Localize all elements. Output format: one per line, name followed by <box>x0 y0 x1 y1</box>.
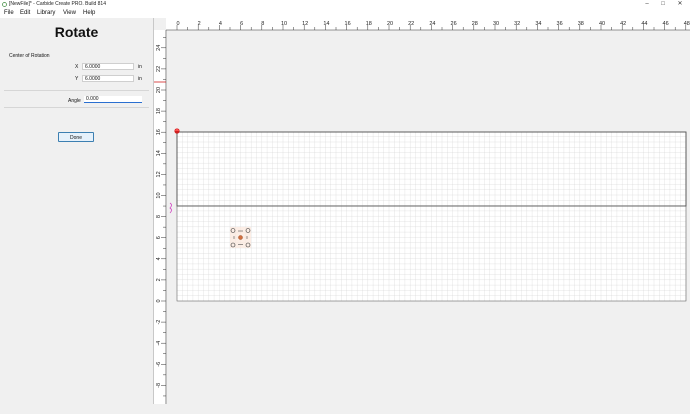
rotation-center-handle-icon[interactable] <box>230 227 251 248</box>
top-ruler-label: 18 <box>366 21 372 27</box>
left-ruler-label: 10 <box>156 192 162 198</box>
top-ruler-label: 4 <box>219 21 222 27</box>
left-ruler-label: 18 <box>156 108 162 114</box>
maximize-button[interactable]: □ <box>658 1 668 8</box>
left-ruler-label: 14 <box>156 150 162 156</box>
menu-view[interactable]: View <box>63 10 76 16</box>
design-canvas[interactable]: 0 2 4 6 8 10 12 14 16 18 20 22 24 26 28 30 32 34 36 38 40 42 4… <box>154 18 690 404</box>
left-ruler-label: 8 <box>156 215 162 218</box>
done-button[interactable]: Done <box>58 132 94 142</box>
top-ruler-label: 48 <box>684 21 690 27</box>
y-input[interactable]: 6.0000 <box>82 75 134 82</box>
left-ruler-label: 20 <box>156 87 162 93</box>
top-ruler-label: 0 <box>176 21 179 27</box>
top-ruler-label: 26 <box>451 21 457 27</box>
top-ruler-label: 14 <box>323 21 329 27</box>
rotate-panel: Rotate Center of Rotation X 6.0000 in Y … <box>0 18 154 404</box>
top-ruler-label: 10 <box>281 21 287 27</box>
left-ruler-label: 24 <box>156 45 162 51</box>
app-icon <box>2 2 7 7</box>
left-ruler-label: 22 <box>156 66 162 72</box>
left-ruler-label: 4 <box>156 257 162 260</box>
left-ruler-label: -4 <box>156 341 162 346</box>
left-ruler-label: 16 <box>156 129 162 135</box>
menu-edit[interactable]: Edit <box>20 10 30 16</box>
top-ruler-label: 38 <box>578 21 584 27</box>
top-ruler-label: 34 <box>535 21 541 27</box>
top-ruler-label: 16 <box>345 21 351 27</box>
top-ruler-label: 8 <box>261 21 264 27</box>
menu-file[interactable]: File <box>4 10 14 16</box>
x-unit: in <box>138 64 142 70</box>
section-divider <box>4 90 149 91</box>
left-ruler-label: 12 <box>156 171 162 177</box>
x-input[interactable]: 6.0000 <box>82 63 134 70</box>
top-ruler-label: 32 <box>514 21 520 27</box>
top-ruler-label: 6 <box>240 21 243 27</box>
top-ruler-label: 44 <box>641 21 647 27</box>
window-title: [NewFile]* - Carbide Create PRO. Build 8… <box>9 1 106 7</box>
top-ruler-label: 24 <box>429 21 435 27</box>
left-ruler-label: -2 <box>156 320 162 325</box>
stock-area <box>176 131 687 302</box>
top-ruler-label: 46 <box>663 21 669 27</box>
title-bar: [NewFile]* - Carbide Create PRO. Build 8… <box>0 0 690 9</box>
menu-help[interactable]: Help <box>83 10 95 16</box>
y-label: Y <box>75 76 79 82</box>
left-ruler-label: 0 <box>156 299 162 302</box>
top-ruler-label: 2 <box>198 21 201 27</box>
angle-input[interactable]: 0.000 <box>84 96 142 103</box>
top-ruler-label: 12 <box>302 21 308 27</box>
panel-title: Rotate <box>54 24 99 40</box>
top-ruler-label: 36 <box>557 21 563 27</box>
section-divider <box>4 107 149 108</box>
x-label: X <box>75 64 79 70</box>
top-ruler-label: 22 <box>408 21 414 27</box>
minimize-button[interactable]: – <box>642 1 652 8</box>
top-ruler-label: 28 <box>472 21 478 27</box>
top-ruler-label: 42 <box>620 21 626 27</box>
top-ruler-label: 40 <box>599 21 605 27</box>
red-origin-marker-icon <box>174 128 180 134</box>
top-ruler-label: 30 <box>493 21 499 27</box>
left-ruler-label: -6 <box>156 362 162 367</box>
menu-library[interactable]: Library <box>37 10 55 16</box>
menu-bar: File Edit Library View Help <box>0 9 690 18</box>
top-ruler-label: 20 <box>387 21 393 27</box>
left-ruler-label: 6 <box>156 236 162 239</box>
y-unit: in <box>138 76 142 82</box>
left-ruler-label: -8 <box>156 383 162 388</box>
center-of-rotation-label: Center of Rotation <box>9 53 50 59</box>
close-button[interactable]: ✕ <box>675 1 685 8</box>
angle-label: Angle <box>68 98 81 104</box>
left-ruler-label: 2 <box>156 278 162 281</box>
status-bar <box>0 404 690 414</box>
